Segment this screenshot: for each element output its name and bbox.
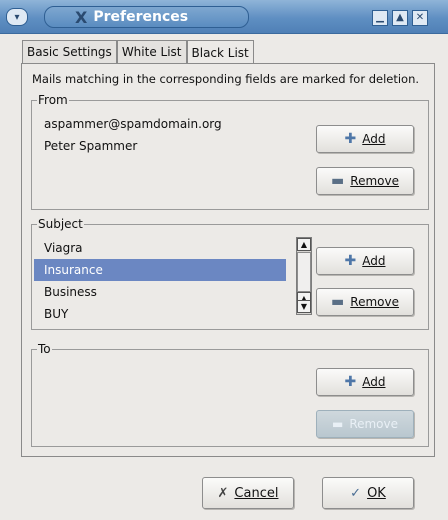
list-item[interactable]: Peter Spammer [34, 135, 286, 157]
list-item[interactable]: BUY [34, 303, 286, 325]
from-frame: From aspammer@spamdomain.org Peter Spamm… [31, 93, 429, 210]
plus-icon: ✚ [344, 131, 357, 147]
ok-button[interactable]: ✓ OK [322, 477, 414, 509]
to-add-button[interactable]: ✚ Add [316, 368, 414, 396]
to-frame: To ✚ Add ▬ Remove [31, 342, 429, 447]
title-bar: ▾ X Preferences ▁ ▲ ✕ [0, 0, 448, 34]
scroll-down-icon[interactable]: ▼ [297, 300, 311, 313]
tab-white-list[interactable]: White List [116, 40, 187, 63]
to-remove-button: ▬ Remove [316, 410, 414, 438]
scroll-up-icon[interactable]: ▲ [297, 238, 311, 251]
description: Mails matching in the corresponding fiel… [32, 72, 420, 86]
maximize-icon[interactable]: ▲ [392, 10, 408, 26]
cancel-button[interactable]: ✗ Cancel [202, 477, 294, 509]
from-label: From [37, 93, 69, 107]
cancel-icon: ✗ [217, 485, 229, 501]
window-menu-button[interactable]: ▾ [6, 8, 28, 26]
minimize-icon[interactable]: ▁ [372, 10, 388, 26]
scroll-thumb[interactable] [297, 252, 311, 292]
tab-bar: Basic Settings White List Black List [22, 40, 254, 64]
tab-basic-settings[interactable]: Basic Settings [22, 40, 117, 63]
minus-icon: ▬ [331, 417, 344, 431]
subject-add-button[interactable]: ✚ Add [316, 247, 414, 275]
to-label: To [37, 342, 52, 356]
list-item[interactable]: Business [34, 281, 286, 303]
tab-black-list[interactable]: Black List [186, 40, 254, 64]
list-item[interactable]: Viagra [34, 237, 286, 259]
minus-icon: ▬ [331, 173, 345, 189]
close-icon[interactable]: ✕ [412, 10, 428, 26]
subject-label: Subject [37, 217, 84, 231]
title-pill: X Preferences [44, 6, 249, 28]
list-item-selected[interactable]: Insurance [34, 259, 286, 281]
subject-list[interactable]: Viagra Insurance Business BUY [34, 237, 286, 325]
list-item[interactable]: aspammer@spamdomain.org [34, 113, 286, 135]
minus-icon: ▬ [331, 294, 345, 310]
app-icon: X [75, 7, 88, 27]
checkmark-icon: ✓ [350, 485, 362, 501]
subject-frame: Subject Viagra Insurance Business BUY ▲ … [31, 217, 429, 330]
from-add-button[interactable]: ✚ Add [316, 125, 414, 153]
subject-scrollbar[interactable]: ▲ ▲ ▼ [296, 237, 312, 315]
subject-remove-button[interactable]: ▬ Remove [316, 288, 414, 316]
black-list-panel: Mails matching in the corresponding fiel… [21, 63, 435, 457]
from-remove-button[interactable]: ▬ Remove [316, 167, 414, 195]
from-list[interactable]: aspammer@spamdomain.org Peter Spammer [34, 113, 286, 157]
plus-icon: ✚ [344, 374, 357, 390]
plus-icon: ✚ [344, 253, 357, 269]
window-title: Preferences [93, 9, 189, 25]
